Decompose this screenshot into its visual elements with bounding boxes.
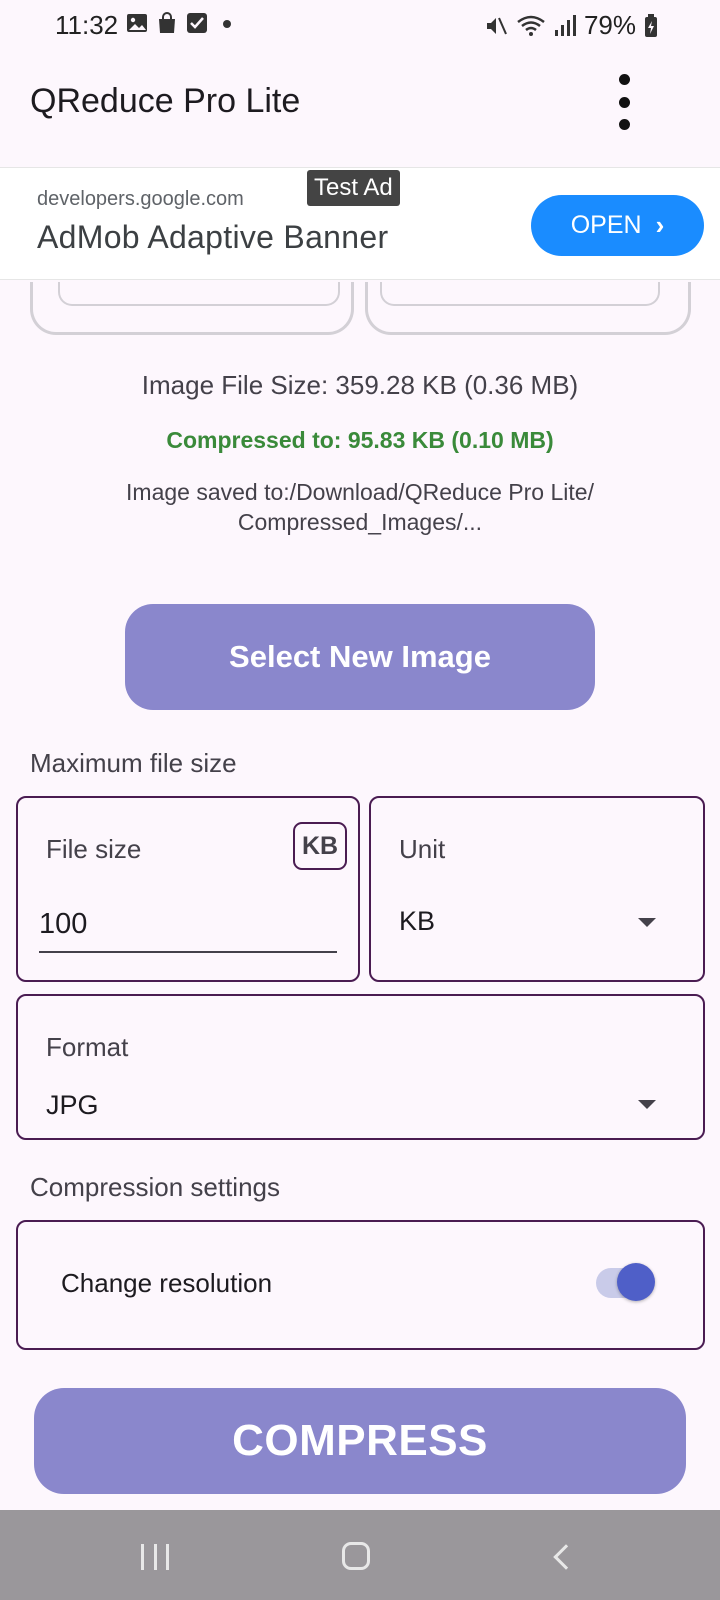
status-bar: 11:32 79% xyxy=(0,0,720,52)
file-size-field[interactable]: File size KB 100 xyxy=(16,796,360,982)
status-time: 11:32 xyxy=(55,10,119,40)
recents-icon[interactable] xyxy=(141,1544,169,1570)
image-icon xyxy=(127,14,147,32)
change-resolution-label: Change resolution xyxy=(61,1268,273,1298)
ad-test-label: Test Ad xyxy=(307,170,400,206)
ad-open-button[interactable]: OPEN › xyxy=(531,195,704,256)
unit-dropdown[interactable]: Unit KB xyxy=(369,796,705,982)
saved-path: Image saved to:/Download/QReduce Pro Lit… xyxy=(60,477,660,537)
ad-open-label: OPEN xyxy=(570,211,642,239)
chevron-down-icon xyxy=(638,918,656,927)
notification-icons xyxy=(126,12,238,34)
shopping-bag-icon xyxy=(159,12,175,33)
ad-domain: developers.google.com xyxy=(37,188,244,210)
ad-title: AdMob Adaptive Banner xyxy=(37,219,389,255)
chevron-right-icon: › xyxy=(655,210,665,240)
file-size-unit-badge: KB xyxy=(293,822,347,870)
checkbox-icon xyxy=(187,13,207,33)
max-file-size-label: Maximum file size xyxy=(30,748,237,778)
battery-percent: 79% xyxy=(583,10,636,40)
saved-path-line2: Compressed_Images/... xyxy=(237,509,483,535)
app-title: QReduce Pro Lite xyxy=(30,82,301,120)
format-label: Format xyxy=(46,1032,129,1062)
more-options-icon[interactable] xyxy=(610,74,638,130)
wifi-icon xyxy=(517,15,545,36)
change-resolution-card: Change resolution xyxy=(16,1220,705,1350)
switch-thumb[interactable] xyxy=(617,1263,655,1301)
compressed-size: Compressed to: 95.83 KB (0.10 MB) xyxy=(166,427,554,453)
battery-icon xyxy=(645,13,657,37)
signal-icon xyxy=(554,14,576,36)
original-image-frame xyxy=(58,282,340,306)
back-icon[interactable] xyxy=(553,1544,579,1570)
unit-value: KB xyxy=(399,906,436,936)
unit-label: Unit xyxy=(399,834,446,864)
system-nav-bar xyxy=(0,1510,720,1600)
image-file-size: Image File Size: 359.28 KB (0.36 MB) xyxy=(141,370,579,400)
compressed-image-frame xyxy=(380,282,660,306)
saved-path-line1: Image saved to:/Download/QReduce Pro Lit… xyxy=(126,479,594,505)
dot-icon xyxy=(223,20,231,28)
select-new-image-button[interactable]: Select New Image xyxy=(125,604,595,710)
ad-banner[interactable]: developers.google.com AdMob Adaptive Ban… xyxy=(0,167,720,280)
status-right: 79% xyxy=(484,10,658,41)
format-value: JPG xyxy=(46,1090,99,1120)
file-size-underline xyxy=(39,951,337,953)
chevron-down-icon xyxy=(638,1100,656,1109)
format-dropdown[interactable]: Format JPG xyxy=(16,994,705,1140)
file-size-input[interactable]: 100 xyxy=(39,908,87,941)
compression-settings-label: Compression settings xyxy=(30,1172,280,1202)
home-icon[interactable] xyxy=(342,1542,370,1570)
file-size-label: File size xyxy=(46,834,142,864)
compress-button[interactable]: COMPRESS xyxy=(34,1388,686,1494)
mute-icon xyxy=(486,17,507,34)
